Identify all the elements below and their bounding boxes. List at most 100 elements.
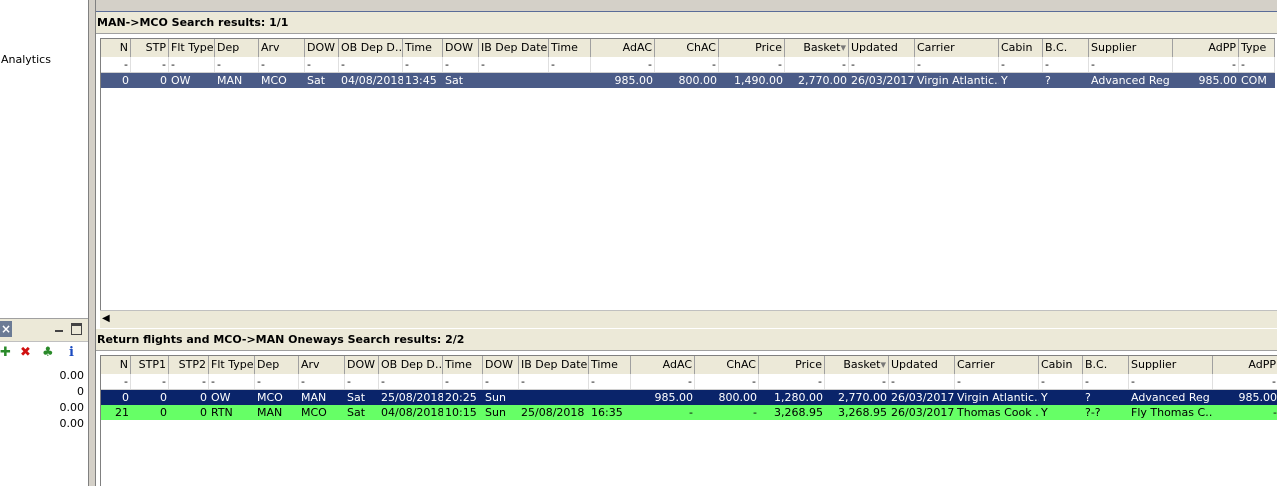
column-header[interactable]: STP1 — [131, 356, 169, 374]
filter-cell[interactable]: - — [379, 374, 443, 389]
column-header[interactable]: STP — [131, 39, 169, 57]
column-header[interactable]: Dep — [255, 356, 299, 374]
filter-cell[interactable]: - — [209, 374, 255, 389]
column-header[interactable]: N — [101, 39, 131, 57]
results-grid-return[interactable]: N STP1 STP2 Flt Type Dep Arv DOW OB Dep D… Time D… — [100, 355, 1277, 486]
filter-cell[interactable]: - — [101, 374, 131, 389]
filter-cell[interactable]: - — [131, 57, 169, 72]
column-header[interactable]: STP2 — [169, 356, 209, 374]
filter-cell[interactable]: - — [403, 57, 443, 72]
filter-cell[interactable]: - — [825, 374, 889, 389]
column-header[interactable]: ChAC — [695, 356, 759, 374]
scroll-left-icon[interactable]: ◀ — [102, 313, 114, 325]
column-header[interactable]: Carrier — [915, 39, 999, 57]
column-header[interactable]: Arv — [299, 356, 345, 374]
filter-row[interactable]: ---------------------- — [101, 374, 1277, 390]
column-header[interactable]: Time — [549, 39, 591, 57]
column-header[interactable]: Flt Type — [169, 39, 215, 57]
column-header[interactable]: Cabin — [999, 39, 1043, 57]
column-header[interactable]: Time — [443, 356, 483, 374]
filter-cell[interactable]: - — [215, 57, 259, 72]
column-header[interactable]: AdPP — [1173, 39, 1239, 57]
column-header[interactable]: Dep — [215, 39, 259, 57]
minimize-icon[interactable] — [55, 322, 63, 332]
column-header[interactable]: DOW — [443, 39, 479, 57]
filter-cell[interactable]: - — [339, 57, 403, 72]
column-header[interactable]: Time — [589, 356, 631, 374]
column-header[interactable]: Price — [759, 356, 825, 374]
column-header-row[interactable]: N STP1 STP2 Flt Type Dep Arv DOW OB Dep D… Time D… — [101, 355, 1277, 375]
filter-cell[interactable]: - — [1039, 374, 1083, 389]
filter-cell[interactable]: - — [101, 57, 131, 72]
filter-cell[interactable]: - — [305, 57, 339, 72]
column-header[interactable]: Basket▾ — [825, 356, 889, 374]
column-header[interactable]: Updated — [849, 39, 915, 57]
column-header[interactable]: Price — [719, 39, 785, 57]
filter-cell[interactable]: - — [719, 57, 785, 72]
results-grid-outbound[interactable]: N STP Flt Type Dep Arv DOW OB Dep D… Time DOW IB … — [100, 38, 1277, 310]
column-header[interactable]: Flt Type — [209, 356, 255, 374]
filter-cell[interactable]: - — [443, 374, 483, 389]
column-header[interactable]: IB Dep Date — [519, 356, 589, 374]
filter-cell[interactable]: - — [1239, 57, 1275, 72]
filter-cell[interactable]: - — [169, 374, 209, 389]
column-header-row[interactable]: N STP Flt Type Dep Arv DOW OB Dep D… Time DOW IB … — [101, 38, 1275, 58]
filter-cell[interactable]: - — [519, 374, 589, 389]
column-header[interactable]: AdPP — [1213, 356, 1277, 374]
filter-cell[interactable]: - — [483, 374, 519, 389]
filter-cell[interactable]: - — [655, 57, 719, 72]
column-header[interactable]: Carrier — [955, 356, 1039, 374]
column-header[interactable]: AdAC — [631, 356, 695, 374]
palm-tree-icon[interactable]: ♣ — [42, 345, 54, 361]
column-header[interactable]: Time — [403, 39, 443, 57]
info-icon[interactable]: i — [69, 345, 74, 361]
filter-cell[interactable]: - — [1129, 374, 1213, 389]
column-header[interactable]: DOW — [305, 39, 339, 57]
filter-cell[interactable]: - — [1083, 374, 1129, 389]
column-header[interactable]: Arv — [259, 39, 305, 57]
filter-cell[interactable]: - — [255, 374, 299, 389]
filter-row[interactable]: ---------------------- — [101, 57, 1275, 73]
table-row[interactable]: 0 0 OW MAN MCO Sat 04/08/2018 13:45 Sat 985.00 800… — [101, 73, 1275, 88]
column-header[interactable]: Supplier — [1129, 356, 1213, 374]
filter-cell[interactable]: - — [345, 374, 379, 389]
delete-icon[interactable]: ✖ — [20, 345, 31, 361]
column-header[interactable]: Type — [1239, 39, 1275, 57]
column-header[interactable]: IB Dep Date — [479, 39, 549, 57]
table-row[interactable]: 21 0 0 RTN MAN MCO Sat 04/08/2018 10:15 Sun 25/08/… — [101, 405, 1277, 420]
filter-cell[interactable]: - — [999, 57, 1043, 72]
table-row[interactable]: 0 0 0 OW MCO MAN Sat 25/08/2018 20:25 Sun 985.00 80… — [101, 390, 1277, 405]
filter-cell[interactable]: - — [915, 57, 999, 72]
column-header[interactable]: Cabin — [1039, 356, 1083, 374]
filter-cell[interactable]: - — [1173, 57, 1239, 72]
filter-cell[interactable]: - — [695, 374, 759, 389]
column-header[interactable]: AdAC — [591, 39, 655, 57]
filter-cell[interactable]: - — [443, 57, 479, 72]
filter-cell[interactable]: - — [785, 57, 849, 72]
vertical-splitter[interactable] — [88, 0, 96, 486]
add-icon[interactable]: ✚ — [0, 345, 11, 361]
filter-cell[interactable]: - — [1089, 57, 1173, 72]
analytics-label[interactable]: Analytics — [1, 53, 51, 66]
column-header[interactable]: OB Dep D… — [339, 39, 403, 57]
filter-cell[interactable]: - — [889, 374, 955, 389]
column-header[interactable]: Updated — [889, 356, 955, 374]
filter-cell[interactable]: - — [549, 57, 591, 72]
filter-cell[interactable]: - — [131, 374, 169, 389]
filter-cell[interactable]: - — [589, 374, 631, 389]
column-header[interactable]: ChAC — [655, 39, 719, 57]
horizontal-scrollbar[interactable]: ◀ — [100, 310, 1277, 328]
column-header[interactable]: N — [101, 356, 131, 374]
maximize-icon[interactable] — [71, 323, 82, 335]
filter-cell[interactable]: - — [259, 57, 305, 72]
filter-cell[interactable]: - — [169, 57, 215, 72]
filter-cell[interactable]: - — [1043, 57, 1089, 72]
column-header[interactable]: DOW — [345, 356, 379, 374]
filter-cell[interactable]: - — [631, 374, 695, 389]
filter-cell[interactable]: - — [1213, 374, 1277, 389]
column-header[interactable]: Basket▾ — [785, 39, 849, 57]
filter-cell[interactable]: - — [299, 374, 345, 389]
column-header[interactable]: B.C. — [1043, 39, 1089, 57]
column-header[interactable]: DOW — [483, 356, 519, 374]
column-header[interactable]: OB Dep D… — [379, 356, 443, 374]
